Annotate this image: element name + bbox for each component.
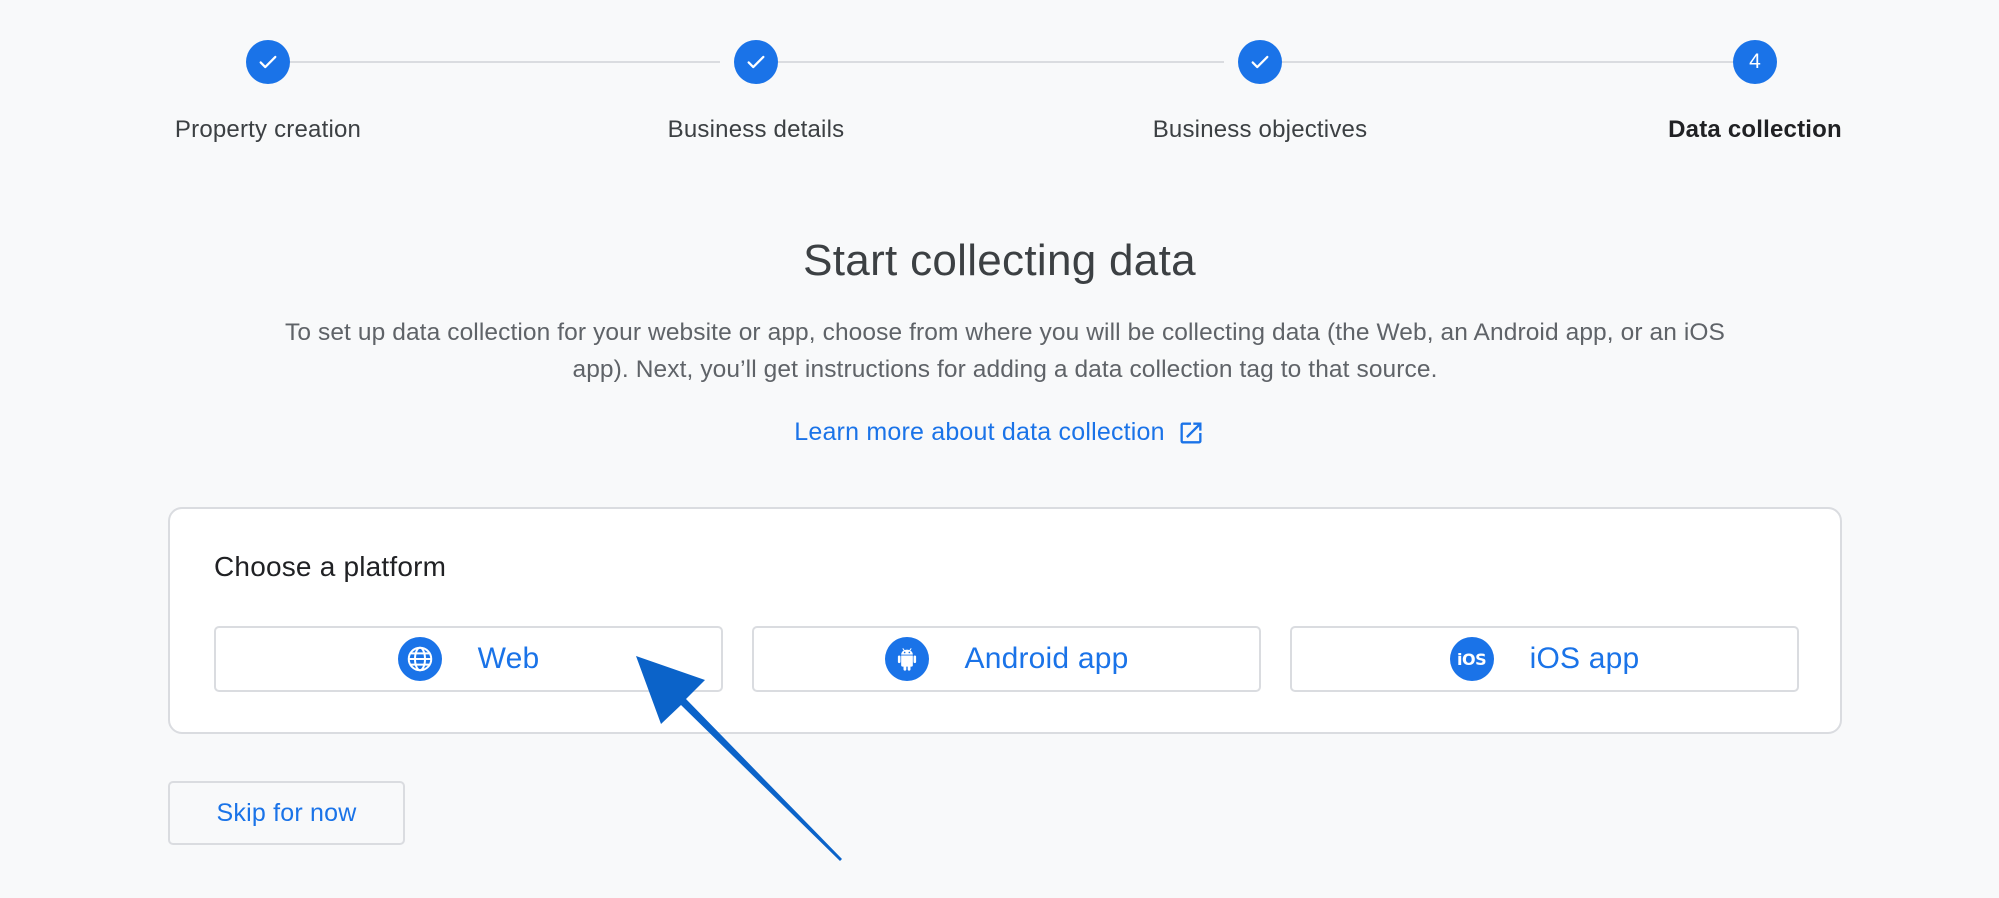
android-icon bbox=[884, 637, 929, 681]
page-title: Start collecting data bbox=[803, 236, 1196, 285]
open-in-new-icon bbox=[1177, 419, 1205, 447]
step-number-badge: 4 bbox=[1733, 40, 1777, 84]
skip-for-now-button[interactable]: Skip for now bbox=[168, 781, 405, 845]
web-platform-button[interactable]: Web bbox=[214, 626, 723, 692]
ios-platform-button[interactable]: iOS iOS app bbox=[1290, 626, 1799, 692]
step-complete-check-icon bbox=[246, 40, 290, 84]
page-description: To set up data collection for your websi… bbox=[285, 319, 1725, 383]
step-complete-check-icon bbox=[1238, 40, 1282, 84]
step-label-business-details: Business details bbox=[667, 116, 845, 143]
android-platform-label: Android app bbox=[964, 642, 1129, 675]
step-connector bbox=[778, 61, 1224, 63]
ios-platform-label: iOS app bbox=[1529, 642, 1640, 675]
web-platform-label: Web bbox=[477, 642, 540, 675]
globe-icon bbox=[397, 637, 442, 681]
step-complete-check-icon bbox=[734, 40, 778, 84]
step-connector bbox=[1282, 61, 1733, 63]
ios-glyph-text: iOS bbox=[1457, 649, 1487, 669]
android-platform-button[interactable]: Android app bbox=[752, 626, 1261, 692]
step-label-property-creation: Property creation bbox=[174, 116, 362, 143]
ios-icon: iOS bbox=[1449, 637, 1494, 681]
learn-more-link[interactable]: Learn more about data collection bbox=[0, 418, 1999, 447]
progress-stepper: Property creation Business details Busin… bbox=[0, 0, 1999, 170]
learn-more-label: Learn more about data collection bbox=[794, 418, 1165, 446]
step-label-business-objectives: Business objectives bbox=[1152, 116, 1368, 143]
card-title: Choose a platform bbox=[214, 551, 447, 582]
platform-card: Choose a platform Web Android app iOS iO… bbox=[168, 507, 1842, 734]
step-label-data-collection: Data collection bbox=[1668, 116, 1842, 143]
step-connector bbox=[290, 61, 720, 63]
